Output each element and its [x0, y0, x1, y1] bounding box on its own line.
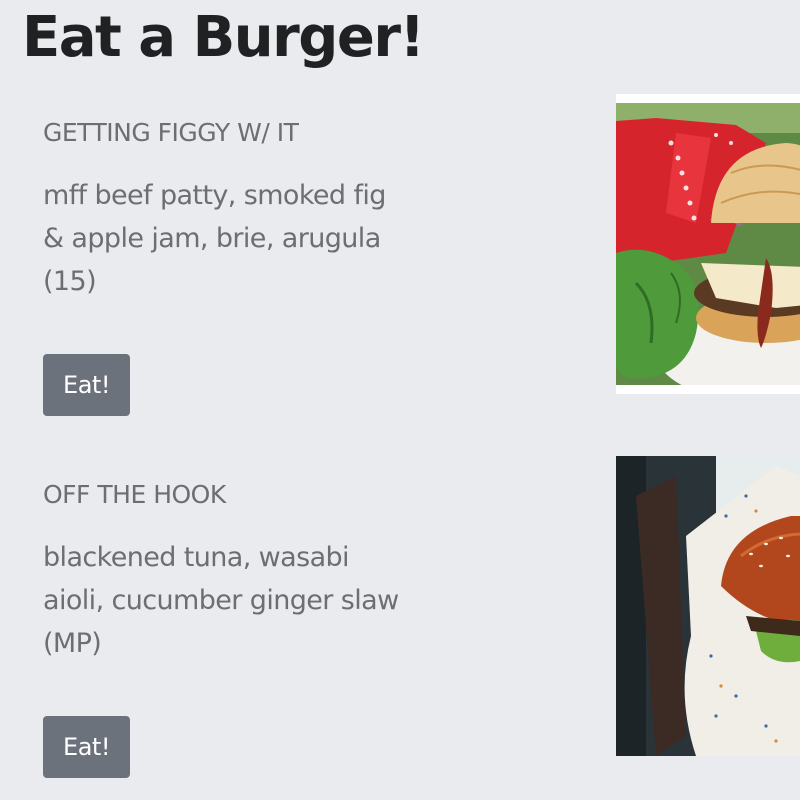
menu-item-tuna: OFF THE HOOK blackened tuna, wasabi aiol…	[43, 480, 423, 665]
menu-item-description: mff beef patty, smoked fig & apple jam, …	[43, 180, 386, 297]
page-title: Eat a Burger!	[22, 5, 425, 70]
menu-item-figgy: GETTING FIGGY W/ IT mff beef patty, smok…	[43, 118, 423, 303]
burger-tuna-image	[616, 456, 800, 756]
eat-button-tuna[interactable]: Eat!	[43, 716, 130, 778]
burger-figgy-image	[616, 103, 800, 385]
burger-photo-figgy	[616, 94, 800, 394]
eat-button-figgy[interactable]: Eat!	[43, 354, 130, 416]
menu-item-name: GETTING FIGGY W/ IT	[43, 118, 299, 147]
menu-item-description: blackened tuna, wasabi aioli, cucumber g…	[43, 542, 399, 659]
burger-photo-tuna	[616, 456, 800, 756]
menu-item-name: OFF THE HOOK	[43, 480, 226, 509]
